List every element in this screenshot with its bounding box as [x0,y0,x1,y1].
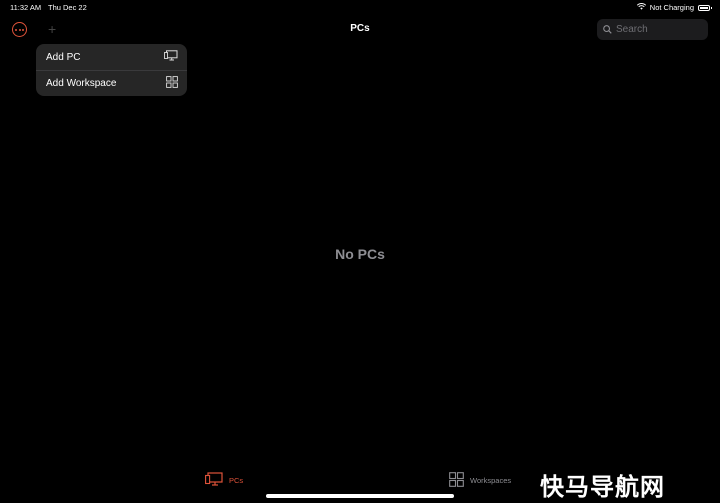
menu-item-add-workspace[interactable]: Add Workspace [36,70,187,96]
status-bar: 11:32 AM Thu Dec 22 Not Charging [0,0,720,14]
add-pc-icon [164,50,178,64]
workspaces-icon [449,472,464,489]
status-time: 11:32 AM [10,3,42,12]
watermark-text: 快马导航网 [540,473,665,501]
menu-item-label: Add PC [46,51,81,63]
workspace-icon [166,76,178,91]
tab-label: PCs [229,475,244,485]
tab-label: Workspaces [470,476,512,485]
search-icon [603,21,612,39]
home-indicator[interactable] [266,494,454,498]
menu-item-add-pc[interactable]: Add PC [36,44,187,70]
empty-state-text: No PCs [335,246,385,262]
status-date: Thu Dec 22 [48,3,87,12]
add-menu: Add PC Add Workspace [36,44,187,96]
menu-item-label: Add Workspace [46,78,117,89]
search-input[interactable] [616,24,701,35]
tab-workspaces[interactable]: Workspaces [449,472,511,489]
monitor-icon [205,472,223,488]
tab-pcs[interactable]: PCs [205,472,243,488]
status-right: Not Charging [636,3,712,12]
charging-status: Not Charging [649,3,694,12]
search-box[interactable] [597,19,708,40]
wifi-icon [636,3,646,12]
battery-icon [698,4,712,11]
